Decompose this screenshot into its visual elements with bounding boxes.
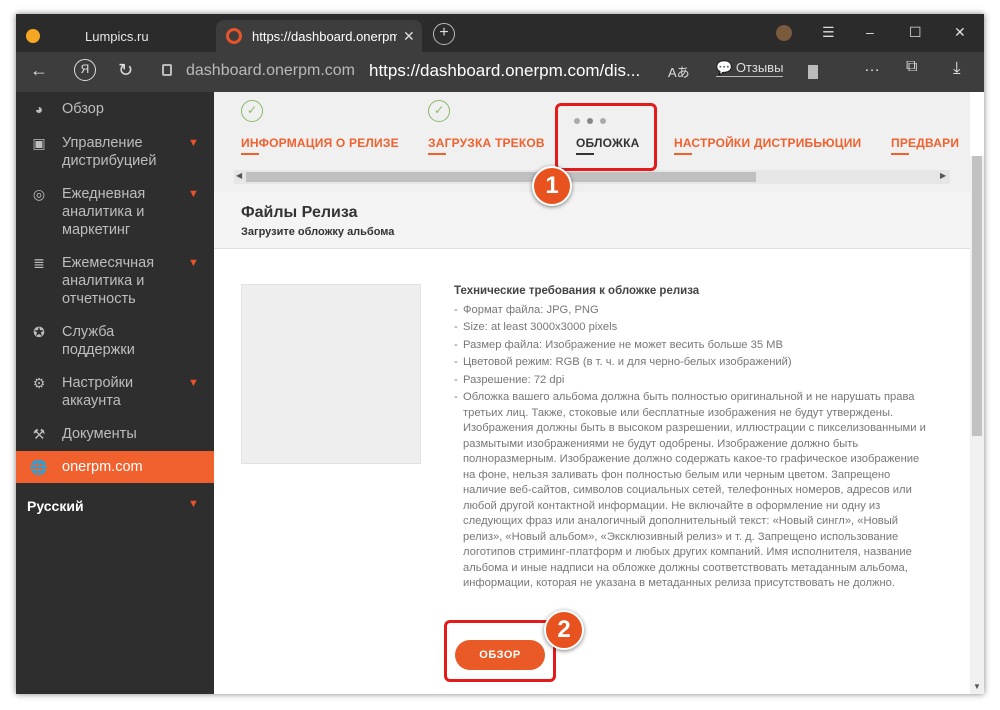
sidebar-item-monthly-analytics[interactable]: ≣ Ежемесячная аналитика и отчетность ▼: [16, 254, 214, 310]
sidebar-item-support[interactable]: ✪ Служба поддержки: [16, 323, 214, 361]
cover-requirements: Технические требования к обложке релиза …: [454, 284, 934, 594]
step-preview[interactable]: ПРЕДВАРИ: [891, 136, 959, 150]
support-icon: ✪: [33, 324, 45, 340]
tab-label: Lumpics.ru: [85, 28, 149, 44]
close-window-icon[interactable]: ✕: [954, 24, 966, 41]
address-bar: ← Я ↻ dashboard.onerpm.com https://dashb…: [16, 52, 984, 92]
sidebar-item-daily-analytics[interactable]: ◎ Ежедневная аналитика и маркетинг ▼: [16, 185, 214, 241]
step-release-info[interactable]: ИНФОРМАЦИЯ О РЕЛИЗЕ: [241, 136, 399, 150]
reload-icon[interactable]: ↻: [118, 60, 133, 81]
step-underline: [891, 153, 909, 155]
requirement-item: Размер файла: Изображение не может весит…: [454, 338, 934, 354]
sidebar-item-label: Документы: [62, 426, 137, 442]
step-underline: [241, 153, 259, 155]
cover-upload-area[interactable]: [241, 284, 421, 464]
back-icon[interactable]: ←: [30, 60, 48, 81]
sidebar-item-label: Обзор: [62, 101, 104, 117]
step-distribution-settings[interactable]: НАСТРОЙКИ ДИСТРИБЬЮЦИИ: [674, 136, 861, 150]
scroll-down-icon[interactable]: ▼: [973, 682, 981, 691]
bookmark-icon[interactable]: [808, 65, 818, 79]
reviews-button[interactable]: 💬 Отзывы: [716, 60, 784, 77]
sidebar-item-onerpm[interactable]: 🌐 onerpm.com: [16, 451, 214, 483]
tab-bar: Lumpics.ru https://dashboard.onerpm.com …: [16, 14, 984, 52]
requirement-item: Обложка вашего альбома должна быть полно…: [454, 390, 934, 592]
step-done-check-icon: ✓: [428, 100, 450, 122]
step-badge: 2: [544, 610, 584, 650]
requirement-item: Формат файла: JPG, PNG: [454, 303, 934, 319]
gear-icon: ⚙: [32, 375, 46, 391]
url-text: https://dashboard.onerpm.com/dis...: [369, 61, 641, 80]
chevron-down-icon: ▼: [188, 498, 199, 510]
chevron-down-icon: ▼: [188, 188, 199, 200]
gavel-icon: ⚒: [32, 426, 46, 442]
sidebar-item-label: Ежемесячная аналитика и отчетность: [62, 255, 155, 307]
url-field[interactable]: dashboard.onerpm.com https://dashboard.o…: [156, 58, 666, 86]
step-done-check-icon: ✓: [241, 100, 263, 122]
tab-label: https://dashboard.onerpm.com: [252, 28, 397, 44]
step-underline: [428, 153, 446, 155]
main-content: ✓ ИНФОРМАЦИЯ О РЕЛИЗЕ ✓ ЗАГРУЗКА ТРЕКОВ …: [214, 92, 984, 694]
distribution-icon: ▣: [32, 135, 46, 151]
menu-icon[interactable]: ☰: [822, 24, 835, 41]
dashboard-icon: ◕: [34, 101, 44, 117]
sidebar-item-distribution[interactable]: ▣ Управление дистрибуцией ▼: [16, 134, 214, 172]
files-title: Файлы Релиза: [241, 204, 358, 221]
sidebar-item-label: Настройки аккаунта: [62, 375, 134, 409]
vertical-scrollbar[interactable]: ▲ ▼: [970, 156, 984, 694]
chat-bubble-icon: 💬: [716, 60, 733, 75]
profile-avatar[interactable]: [776, 25, 792, 41]
scrollbar-thumb[interactable]: [246, 172, 756, 182]
sidebar: ◕ Обзор ▣ Управление дистрибуцией ▼ ◎ Еж…: [16, 92, 214, 694]
lock-icon: [162, 64, 172, 76]
new-tab-button[interactable]: +: [433, 23, 455, 45]
chevron-down-icon: ▼: [188, 137, 199, 149]
chevron-down-icon: ▼: [188, 377, 199, 389]
lumpics-favicon-icon: [26, 29, 40, 43]
language-selector[interactable]: Русский ▼: [16, 492, 214, 522]
scroll-right-icon[interactable]: ▶: [940, 171, 946, 180]
files-header: Файлы Релиза Загрузите обложку альбома: [214, 192, 970, 249]
extensions-icon[interactable]: ⧉: [906, 58, 917, 76]
tab-onerpm[interactable]: https://dashboard.onerpm.com ✕: [216, 20, 422, 52]
files-subtitle: Загрузите обложку альбома: [241, 226, 395, 238]
tab-lumpics[interactable]: Lumpics.ru: [16, 20, 212, 52]
highlight-box-browse: [444, 620, 556, 682]
requirement-item: Цветовой режим: RGB (в т. ч. и для черно…: [454, 355, 934, 371]
maximize-icon[interactable]: ☐: [909, 24, 922, 41]
more-icon[interactable]: …: [864, 58, 880, 76]
globe-icon: 🌐: [30, 459, 48, 475]
analytics-icon: ◎: [32, 186, 46, 202]
onerpm-favicon-icon: [226, 28, 242, 44]
step-badge: 1: [532, 166, 572, 206]
requirement-item: Разрешение: 72 dpi: [454, 373, 934, 389]
language-label: Русский: [27, 498, 84, 514]
sidebar-item-overview[interactable]: ◕ Обзор: [16, 100, 214, 120]
requirements-title: Технические требования к обложке релиза: [454, 285, 700, 297]
sidebar-item-account-settings[interactable]: ⚙ Настройки аккаунта ▼: [16, 374, 214, 412]
scrollbar-thumb[interactable]: [972, 156, 982, 436]
sidebar-item-label: Служба поддержки: [62, 324, 135, 358]
scroll-left-icon[interactable]: ◀: [236, 171, 242, 180]
horizontal-scrollbar[interactable]: ◀ ▶: [234, 170, 950, 184]
coins-icon: ≣: [33, 255, 45, 271]
download-icon[interactable]: ⤓: [953, 58, 961, 78]
reviews-label: Отзывы: [735, 60, 784, 75]
sidebar-item-label: onerpm.com: [62, 459, 143, 475]
step-underline: [674, 153, 692, 155]
requirement-item: Size: at least 3000x3000 pixels: [454, 320, 934, 336]
close-tab-icon[interactable]: ✕: [403, 28, 415, 45]
chevron-down-icon: ▼: [188, 257, 199, 269]
sidebar-item-documents[interactable]: ⚒ Документы: [16, 425, 214, 445]
yandex-icon[interactable]: Я: [74, 59, 96, 81]
url-domain: dashboard.onerpm.com: [186, 62, 355, 79]
translate-icon[interactable]: Aあ: [668, 62, 690, 81]
browser-window: Lumpics.ru https://dashboard.onerpm.com …: [16, 14, 984, 694]
sidebar-item-label: Ежедневная аналитика и маркетинг: [62, 186, 146, 238]
sidebar-item-label: Управление дистрибуцией: [62, 135, 157, 169]
highlight-box-cover: [555, 103, 657, 171]
step-upload-tracks[interactable]: ЗАГРУЗКА ТРЕКОВ: [428, 136, 545, 150]
minimize-icon[interactable]: –: [866, 24, 874, 40]
